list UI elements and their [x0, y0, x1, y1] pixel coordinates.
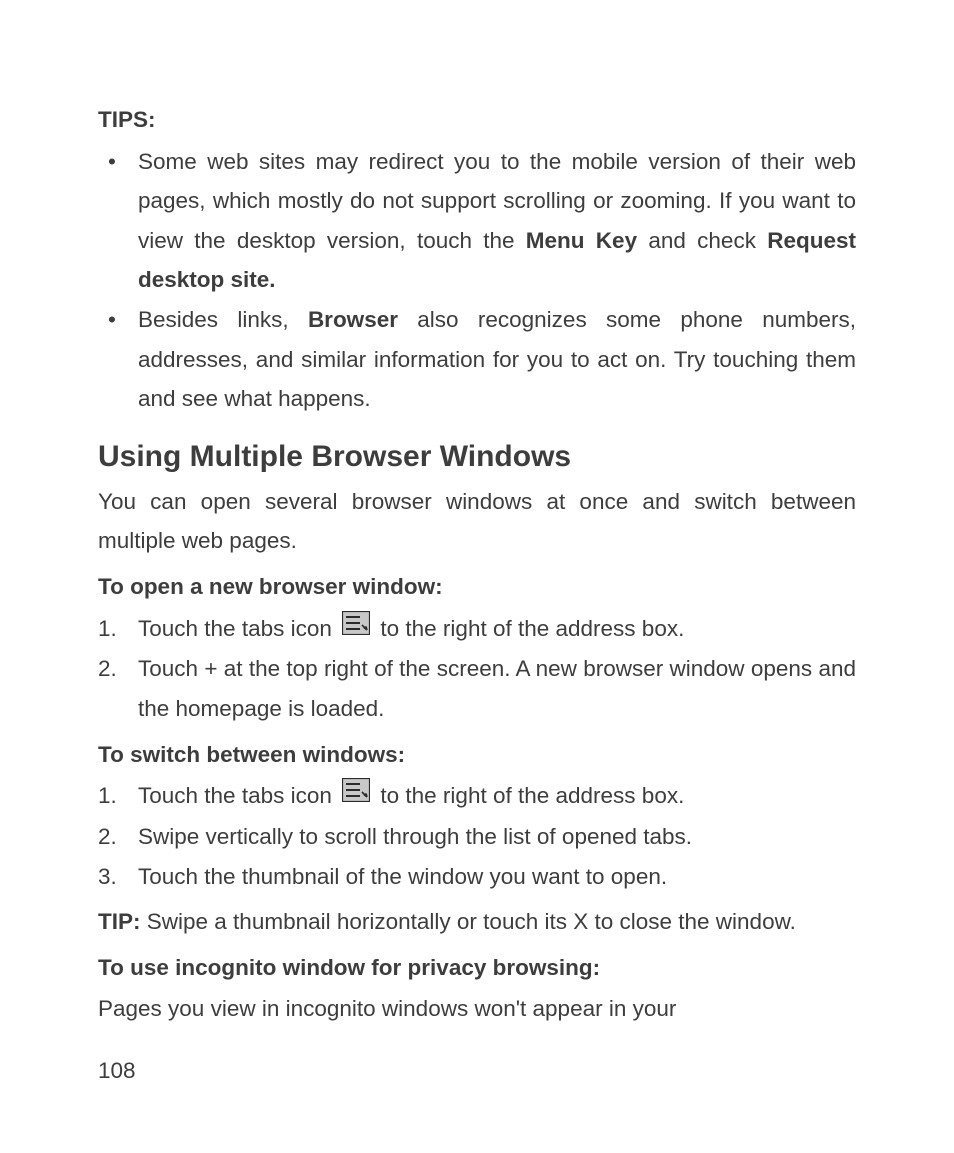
- tip-text: Swipe a thumbnail horizontally or touch …: [141, 909, 796, 934]
- tips-list: Some web sites may redirect you to the m…: [98, 142, 856, 419]
- switch-windows-label: To switch between windows:: [98, 735, 856, 775]
- step-item: 3. Touch the thumbnail of the window you…: [98, 857, 856, 897]
- section-heading: Using Multiple Browser Windows: [98, 437, 856, 476]
- page-number: 108: [98, 1051, 136, 1091]
- step-item: 1. Touch the tabs icon to the right of t…: [98, 609, 856, 650]
- tip-bold-menu-key: Menu Key: [526, 228, 637, 253]
- step-item: 2. Swipe vertically to scroll through th…: [98, 817, 856, 857]
- tip-item: Besides links, Browser also recognizes s…: [98, 300, 856, 419]
- step-text-post: to the right of the address box.: [374, 783, 684, 808]
- open-window-steps: 1. Touch the tabs icon to the right of t…: [98, 609, 856, 729]
- step-number: 1.: [98, 776, 128, 816]
- step-text-pre: Touch the tabs icon: [138, 783, 338, 808]
- step-number: 2.: [98, 817, 128, 857]
- incognito-text: Pages you view in incognito windows won'…: [98, 989, 856, 1029]
- open-window-label: To open a new browser window:: [98, 567, 856, 607]
- step-text: Swipe vertically to scroll through the l…: [138, 824, 692, 849]
- switch-windows-steps: 1. Touch the tabs icon to the right of t…: [98, 776, 856, 896]
- step-text-pre: Touch the tabs icon: [138, 616, 338, 641]
- close-tip-paragraph: TIP: Swipe a thumbnail horizontally or t…: [98, 902, 856, 942]
- step-text-post: to the right of the address box.: [374, 616, 684, 641]
- intro-paragraph: You can open several browser windows at …: [98, 482, 856, 561]
- step-item: 1. Touch the tabs icon to the right of t…: [98, 776, 856, 817]
- step-number: 3.: [98, 857, 128, 897]
- tip-label: TIP:: [98, 909, 141, 934]
- step-number: 1.: [98, 609, 128, 649]
- step-text: Touch + at the top right of the screen. …: [138, 656, 856, 721]
- tip-text-mid: and check: [637, 228, 767, 253]
- tip-item: Some web sites may redirect you to the m…: [98, 142, 856, 300]
- step-number: 2.: [98, 649, 128, 689]
- manual-page: TIPS: Some web sites may redirect you to…: [0, 0, 954, 1153]
- tips-label: TIPS:: [98, 100, 856, 140]
- step-item: 2. Touch + at the top right of the scree…: [98, 649, 856, 728]
- incognito-label: To use incognito window for privacy brow…: [98, 948, 856, 988]
- step-text: Touch the thumbnail of the window you wa…: [138, 864, 667, 889]
- tip-bold-browser: Browser: [308, 307, 398, 332]
- tabs-icon: [342, 775, 370, 815]
- tabs-icon: [342, 608, 370, 648]
- tip-text-pre: Besides links,: [138, 307, 308, 332]
